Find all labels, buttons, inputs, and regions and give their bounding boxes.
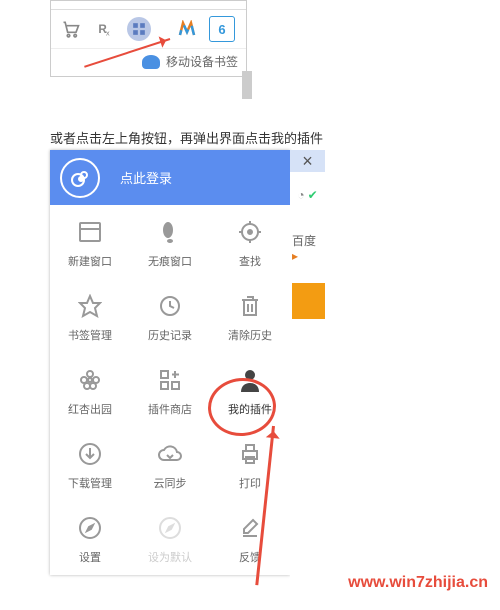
- background-page-fragment: × ◔ ✔ 百度 ▸: [290, 150, 325, 610]
- star-icon: [77, 293, 103, 319]
- rx-icon[interactable]: Rx: [93, 17, 117, 41]
- compass-icon-disabled: [157, 515, 183, 541]
- panel-header: 点此登录: [50, 150, 290, 205]
- edit-icon: [237, 515, 263, 541]
- cloud-bookmark-icon: [142, 55, 160, 69]
- menu-label: 插件商店: [148, 401, 192, 417]
- menu-cloud-sync[interactable]: 云同步: [130, 427, 210, 501]
- login-prompt[interactable]: 点此登录: [120, 168, 172, 187]
- menu-label: 我的插件: [228, 401, 272, 417]
- tab-text: 百度: [292, 234, 316, 248]
- menu-find[interactable]: 查找: [210, 205, 290, 279]
- uc-logo-icon[interactable]: [60, 158, 100, 198]
- menu-label: 查找: [239, 253, 261, 269]
- menu-bookmarks[interactable]: 书签管理: [50, 279, 130, 353]
- flower-icon: [77, 367, 103, 393]
- shield-icon: ◔: [297, 188, 304, 202]
- menu-settings[interactable]: 设置: [50, 501, 130, 575]
- cloud-sync-icon: [157, 441, 183, 467]
- arrow-icon: ▸: [292, 249, 298, 263]
- menu-label: 新建窗口: [68, 253, 112, 269]
- menu-label: 历史记录: [148, 327, 192, 343]
- menu-label: 打印: [239, 475, 261, 491]
- watermark: www.win7zhijia.cn: [348, 574, 488, 592]
- six-icon[interactable]: 6: [209, 16, 235, 42]
- compass-icon: [77, 515, 103, 541]
- menu-incognito[interactable]: 无痕窗口: [130, 205, 210, 279]
- menu-downloads[interactable]: 下载管理: [50, 427, 130, 501]
- apps-grid-icon[interactable]: [127, 17, 151, 41]
- menu-label: 清除历史: [228, 327, 272, 343]
- browser-toolbar-fragment: Rx 6 移动设备书签: [50, 0, 247, 77]
- window-icon: [77, 219, 103, 245]
- orange-banner: [292, 283, 325, 319]
- m-logo-icon[interactable]: [175, 17, 199, 41]
- menu-my-plugins[interactable]: 我的插件: [210, 353, 290, 427]
- menu-clear-history[interactable]: 清除历史: [210, 279, 290, 353]
- menu-new-window[interactable]: 新建窗口: [50, 205, 130, 279]
- target-icon: [237, 219, 263, 245]
- printer-icon: [237, 441, 263, 467]
- menu-label: 设置: [79, 549, 101, 565]
- menu-label: 书签管理: [68, 327, 112, 343]
- cart-icon[interactable]: [59, 17, 83, 41]
- menu-red-apricot[interactable]: 红杏出园: [50, 353, 130, 427]
- footprint-icon: [157, 219, 183, 245]
- menu-label: 设为默认: [148, 549, 192, 565]
- scrollbar-thumb[interactable]: [242, 71, 252, 99]
- menu-label: 下载管理: [68, 475, 112, 491]
- menu-plugin-store[interactable]: 插件商店: [130, 353, 210, 427]
- menu-label: 红杏出园: [68, 401, 112, 417]
- trash-icon: [237, 293, 263, 319]
- svg-text:x: x: [106, 29, 110, 38]
- person-icon: [237, 367, 263, 393]
- menu-label: 无痕窗口: [148, 253, 192, 269]
- menu-label: 云同步: [154, 475, 187, 491]
- main-menu-panel: 点此登录 新建窗口 无痕窗口 查找 书签管理: [50, 150, 290, 575]
- menu-feedback[interactable]: 反馈: [210, 501, 290, 575]
- menu-set-default: 设为默认: [130, 501, 210, 575]
- grid-plus-icon: [157, 367, 183, 393]
- tab-close-button[interactable]: ×: [290, 150, 325, 172]
- download-icon: [77, 441, 103, 467]
- check-icon: ✔: [308, 188, 318, 202]
- clock-icon: [157, 293, 183, 319]
- menu-history[interactable]: 历史记录: [130, 279, 210, 353]
- bookmark-sync-label[interactable]: 移动设备书签: [166, 53, 238, 70]
- instruction-text: 或者点击左上角按钮，再弹出界面点击我的插件: [50, 128, 323, 147]
